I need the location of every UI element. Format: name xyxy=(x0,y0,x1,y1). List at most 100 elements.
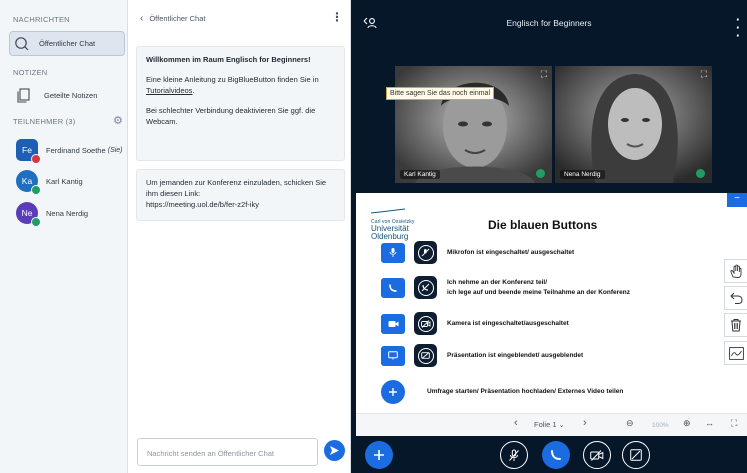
hangup-icon xyxy=(414,276,437,299)
chat-title: Öffentlicher Chat xyxy=(149,14,206,23)
chevron-down-icon: ⌄ xyxy=(558,422,565,429)
zoom-in-icon[interactable]: ⊕ xyxy=(683,418,691,429)
slide-row-text: Ich nehme an der Konferenz teil/ ich leg… xyxy=(447,279,630,296)
camera-off-icon xyxy=(414,312,437,335)
chat-header[interactable]: ‹ Öffentlicher Chat xyxy=(140,13,205,24)
slide-row-audio: Ich nehme an der Konferenz teil/ ich leg… xyxy=(381,276,630,299)
meeting-title: Englisch for Beginners xyxy=(506,18,592,28)
webcam-line: Bei schlechter Verbindung deaktivieren S… xyxy=(146,105,316,126)
slide-title: Die blauen Buttons xyxy=(488,218,598,232)
fullscreen-icon[interactable]: ⛶ xyxy=(701,69,707,80)
chat-message-input[interactable]: Nachricht senden an Öffentlicher Chat xyxy=(137,438,318,466)
university-logo: Carl von Ossietzky Universität Oldenburg xyxy=(370,201,414,241)
listening-icon xyxy=(31,217,41,227)
presentation-toggle-button[interactable] xyxy=(622,441,650,469)
mic-icon xyxy=(381,242,405,263)
mute-button[interactable] xyxy=(500,441,528,469)
actions-button[interactable] xyxy=(365,441,393,469)
welcome-line: Willkommen im Raum Englisch for Beginner… xyxy=(146,55,311,64)
slide-row-text: Mikrofon ist eingeschaltet/ ausgeschalte… xyxy=(447,248,575,256)
invite-message: Um jemanden zur Konferenz einzuladen, sc… xyxy=(136,169,345,221)
mic-on-icon xyxy=(696,169,705,178)
options-menu-icon[interactable]: · · · xyxy=(736,13,740,42)
fit-width-icon[interactable]: ↔ xyxy=(705,418,714,428)
undo-icon xyxy=(729,292,743,304)
mic-muted-icon xyxy=(31,154,41,164)
plus-icon xyxy=(381,380,405,404)
avatar: Fe xyxy=(16,139,41,164)
avatar: Ka xyxy=(16,170,41,195)
chat-panel: ‹ Öffentlicher Chat ⋮ Willkommen im Raum… xyxy=(128,0,351,473)
users-section-label: TEILNEHMER (3) xyxy=(13,117,76,126)
notes-section-label: NOTIZEN xyxy=(13,68,48,77)
invite-line: Um jemanden zur Konferenz einzuladen, sc… xyxy=(146,178,327,209)
minimize-presentation-button[interactable]: − xyxy=(727,193,747,207)
clear-button[interactable] xyxy=(724,313,747,337)
user-item-karl[interactable]: Ka Karl Kantig xyxy=(16,169,83,195)
messages-section-label: NACHRICHTEN xyxy=(13,15,70,24)
sidebar: NACHRICHTEN Öffentlicher Chat NOTIZEN Ge… xyxy=(0,0,128,473)
sidebar-item-shared-notes[interactable]: Geteilte Notizen xyxy=(9,85,125,105)
mic-muted-icon xyxy=(509,449,519,461)
zoom-level: 100% xyxy=(652,422,669,429)
send-button[interactable] xyxy=(324,440,345,461)
camera-off-icon xyxy=(590,449,604,461)
trash-icon xyxy=(731,319,741,332)
tutorial-link[interactable]: Tutorialvideos xyxy=(146,86,192,95)
slide-selector[interactable]: Folie 1 ⌄ xyxy=(534,420,564,429)
multi-user-button[interactable] xyxy=(724,341,747,365)
webcam-video xyxy=(555,66,712,183)
video-name-label: Nena Nerdig xyxy=(560,170,605,179)
next-slide-button[interactable]: › xyxy=(583,417,587,429)
user-item-ferdinand[interactable]: Fe Ferdinand Soethe (Sie) xyxy=(16,138,123,164)
video-toggle-button[interactable] xyxy=(583,441,611,469)
user-item-nena[interactable]: Ne Nena Nerdig xyxy=(16,201,89,227)
slide-row-mic: Mikrofon ist eingeschaltet/ ausgeschalte… xyxy=(381,241,574,264)
presentation-toolbar: ‹ Folie 1 ⌄ › ⊖ 100% ⊕ ↔ ⛶ xyxy=(356,413,747,436)
presentation-icon xyxy=(381,345,405,366)
user-name: Ferdinand Soethe xyxy=(46,145,106,155)
fullscreen-icon[interactable]: ⛶ xyxy=(541,69,547,80)
webcam-video xyxy=(395,66,552,183)
hand-icon xyxy=(730,264,742,278)
user-self-suffix: (Sie) xyxy=(107,146,123,154)
sidebar-item-label: Geteilte Notizen xyxy=(44,90,98,100)
video-name-label: Karl Kantig xyxy=(400,170,440,179)
slide-row-text: Präsentation ist eingeblendet/ ausgeblen… xyxy=(447,351,584,359)
more-options-icon[interactable]: ⋮ xyxy=(331,10,343,24)
user-name: Karl Kantig xyxy=(46,176,83,186)
presentation-off-icon xyxy=(630,449,642,461)
mic-on-icon xyxy=(536,169,545,178)
chat-icon xyxy=(15,36,29,50)
video-tile-karl[interactable]: ⛶ Karl Kantig xyxy=(395,66,552,183)
phone-icon xyxy=(551,450,561,460)
notes-icon xyxy=(17,87,30,103)
whiteboard-icon xyxy=(728,346,744,360)
slide-row-presentation: Präsentation ist eingeblendet/ ausgeblen… xyxy=(381,344,583,367)
presentation-off-icon xyxy=(414,344,437,367)
sidebar-item-public-chat[interactable]: Öffentlicher Chat xyxy=(9,31,125,56)
tooltip: Bitte sagen Sie das noch einmal xyxy=(386,87,495,100)
camera-icon xyxy=(381,313,405,334)
welcome-message: Willkommen im Raum Englisch for Beginner… xyxy=(136,46,345,161)
avatar: Ne xyxy=(16,202,41,227)
invite-link[interactable]: https://meeting.uol.de/b/fer-z2f-iky xyxy=(146,200,259,209)
slide-row-text: Umfrage starten/ Präsentation hochladen/… xyxy=(427,388,624,396)
video-tile-nena[interactable]: ⛶ Nena Nerdig xyxy=(555,66,712,183)
user-name: Nena Nerdig xyxy=(46,208,89,218)
leave-audio-button[interactable] xyxy=(542,441,570,469)
chevron-left-icon[interactable]: ‹ xyxy=(140,13,143,24)
fullscreen-icon[interactable]: ⛶ xyxy=(731,418,737,429)
sidebar-item-label: Öffentlicher Chat xyxy=(39,39,96,48)
zoom-out-icon[interactable]: ⊖ xyxy=(626,418,634,429)
undo-button[interactable] xyxy=(724,286,747,310)
guide-line: Eine kleine Anleitung zu BigBlueButton f… xyxy=(146,74,319,95)
pan-tool-button[interactable] xyxy=(724,259,747,283)
slide-row-text: Kamera ist eingeschaltet/ausgeschaltet xyxy=(447,319,569,327)
prev-slide-button[interactable]: ‹ xyxy=(514,417,518,429)
mic-muted-icon xyxy=(414,241,437,264)
phone-icon xyxy=(381,277,405,298)
slide-row-camera: Kamera ist eingeschaltet/ausgeschaltet xyxy=(381,312,569,335)
slide-row-actions: Umfrage starten/ Präsentation hochladen/… xyxy=(381,380,623,404)
gear-icon[interactable]: ⚙ xyxy=(113,114,123,127)
